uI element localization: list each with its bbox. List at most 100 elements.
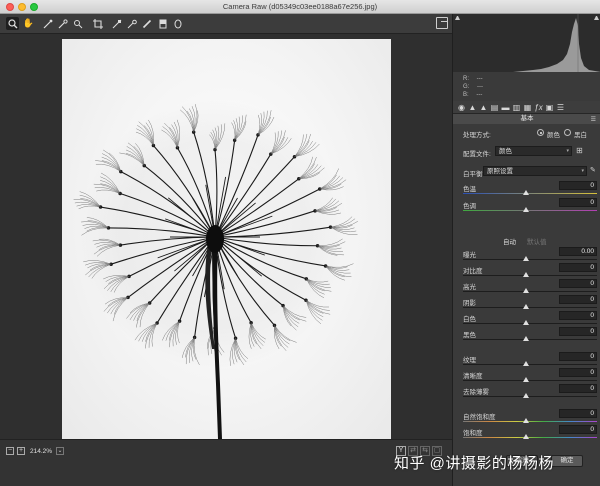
panel-tabs: ◉ ▲ ▲ ▤ ▬ ▥ ▦ ƒx ▣ ☰ [453, 101, 600, 114]
target-adjust-icon[interactable] [71, 17, 84, 30]
wb-eyedropper-icon[interactable]: ✎ [590, 166, 596, 174]
slider-value[interactable]: 0 [559, 409, 597, 418]
slider-thumb[interactable] [523, 256, 529, 261]
basic-tab-icon[interactable]: ◉ [457, 103, 466, 112]
hsl-tab-icon[interactable]: ▤ [490, 103, 499, 112]
zoom-out-button[interactable]: − [6, 447, 14, 455]
slider-value[interactable]: 0 [559, 368, 597, 377]
preview-image [62, 39, 391, 439]
slider-thumb[interactable] [523, 434, 529, 439]
slider-value[interactable]: 0.00 [559, 247, 597, 256]
split-toning-tab-icon[interactable]: ▬ [501, 103, 510, 112]
transform-tab-icon[interactable]: ▦ [523, 103, 532, 112]
shadow-clipping-icon[interactable] [455, 15, 460, 20]
slider-value[interactable]: 0 [559, 311, 597, 320]
rgb-readout-r: R: --- [463, 76, 483, 82]
slider-label: 黑色 [463, 332, 476, 339]
slider-value[interactable]: 0 [559, 384, 597, 393]
panel-menu-icon[interactable]: ☰ [591, 116, 596, 123]
temperature-slider-track[interactable] [463, 193, 597, 194]
white-balance-label: 白平衡: [463, 171, 485, 178]
slider-thumb[interactable] [523, 288, 529, 293]
saturation-slider-track[interactable] [463, 437, 597, 438]
watermark: 知乎 @讲摄影的杨杨杨 [394, 455, 554, 472]
tone-curve-tab-icon[interactable]: ▲ [468, 103, 477, 112]
shadows-slider-track[interactable] [463, 307, 597, 308]
slider-value[interactable]: 0 [559, 352, 597, 361]
slider-thumb[interactable] [523, 336, 529, 341]
graduated-filter-icon[interactable] [156, 17, 169, 30]
vibrance-slider-track[interactable] [463, 421, 597, 422]
slider-thumb[interactable] [523, 361, 529, 366]
zoom-in-button[interactable]: + [17, 447, 25, 455]
profile-browser-icon[interactable]: ⊞ [576, 146, 586, 156]
presets-tab-icon[interactable]: ☰ [556, 103, 565, 112]
slider-value[interactable]: 0 [559, 425, 597, 434]
crop-icon[interactable] [91, 17, 104, 30]
slider-thumb[interactable] [523, 190, 529, 195]
brush-icon[interactable] [140, 17, 153, 30]
status-bar: − + 214.2% ⌄ Y ⇄ ⇆ ▢ [0, 439, 452, 486]
slider-label: 色调 [463, 203, 476, 210]
slider-thumb[interactable] [523, 272, 529, 277]
bw-radio[interactable] [564, 129, 571, 136]
slider-thumb[interactable] [523, 207, 529, 212]
slider-value[interactable]: 0 [559, 327, 597, 336]
zoom-icon[interactable] [6, 17, 19, 30]
color-option-label: 颜色 [547, 132, 560, 139]
lens-tab-icon[interactable]: ▥ [512, 103, 521, 112]
calibration-tab-icon[interactable]: ▣ [545, 103, 554, 112]
tint-slider-track[interactable] [463, 210, 597, 211]
bw-option-label: 黑白 [574, 132, 587, 139]
slider-value[interactable]: 0 [559, 279, 597, 288]
color-sampler-icon[interactable] [56, 17, 69, 30]
radial-filter-icon[interactable] [171, 17, 184, 30]
ok-button[interactable]: 确定 [551, 455, 583, 467]
slider-value[interactable]: 0 [559, 198, 597, 207]
blacks-slider-track[interactable] [463, 339, 597, 340]
profile-label: 配置文件: [463, 151, 491, 158]
highlights-slider-track[interactable] [463, 291, 597, 292]
slider-thumb[interactable] [523, 320, 529, 325]
slider-label: 阴影 [463, 300, 476, 307]
slider-label: 饱和度 [463, 430, 483, 437]
slider-thumb[interactable] [523, 393, 529, 398]
slider-label: 去除薄雾 [463, 389, 489, 396]
effects-tab-icon[interactable]: ƒx [534, 103, 543, 112]
slider-thumb[interactable] [523, 377, 529, 382]
image-canvas[interactable] [0, 34, 452, 439]
slider-label: 清晰度 [463, 373, 483, 380]
straighten-icon[interactable] [110, 17, 123, 30]
white-balance-select[interactable]: 原照设置 ▾ [483, 166, 587, 176]
open-preferences-button[interactable] [436, 17, 448, 29]
slider-thumb[interactable] [523, 304, 529, 309]
dehaze-slider-track[interactable] [463, 396, 597, 397]
slider-label: 对比度 [463, 268, 483, 275]
detail-tab-icon[interactable]: ▲ [479, 103, 488, 112]
rgb-readout-b: B: --- [463, 92, 483, 98]
slider-label: 曝光 [463, 252, 476, 259]
whites-slider-track[interactable] [463, 323, 597, 324]
auto-button[interactable]: 自动 [503, 236, 516, 246]
slider-thumb[interactable] [523, 418, 529, 423]
exposure-slider-track[interactable] [463, 259, 597, 260]
slider-value[interactable]: 0 [559, 263, 597, 272]
highlight-clipping-icon[interactable] [594, 15, 599, 20]
hand-icon[interactable]: ✋ [22, 17, 35, 30]
slider-label: 色温 [463, 186, 476, 193]
default-button[interactable]: 默认值 [527, 236, 547, 246]
clarity-slider-track[interactable] [463, 380, 597, 381]
process-label: 处理方式: [463, 132, 491, 139]
slider-value[interactable]: 0 [559, 295, 597, 304]
adjustment-panel: R: --- G: --- B: --- ◉ ▲ ▲ ▤ ▬ ▥ ▦ ƒx ▣ … [452, 14, 600, 486]
slider-value[interactable]: 0 [559, 181, 597, 190]
texture-slider-track[interactable] [463, 364, 597, 365]
spot-removal-icon[interactable] [125, 17, 138, 30]
slider-label: 高光 [463, 284, 476, 291]
eyedropper-icon[interactable] [41, 17, 54, 30]
zoom-menu-icon[interactable]: ⌄ [56, 447, 64, 455]
profile-select[interactable]: 颜色 ▾ [495, 146, 572, 156]
color-radio[interactable] [537, 129, 544, 136]
contrast-slider-track[interactable] [463, 275, 597, 276]
section-title: 基本 [453, 114, 600, 124]
